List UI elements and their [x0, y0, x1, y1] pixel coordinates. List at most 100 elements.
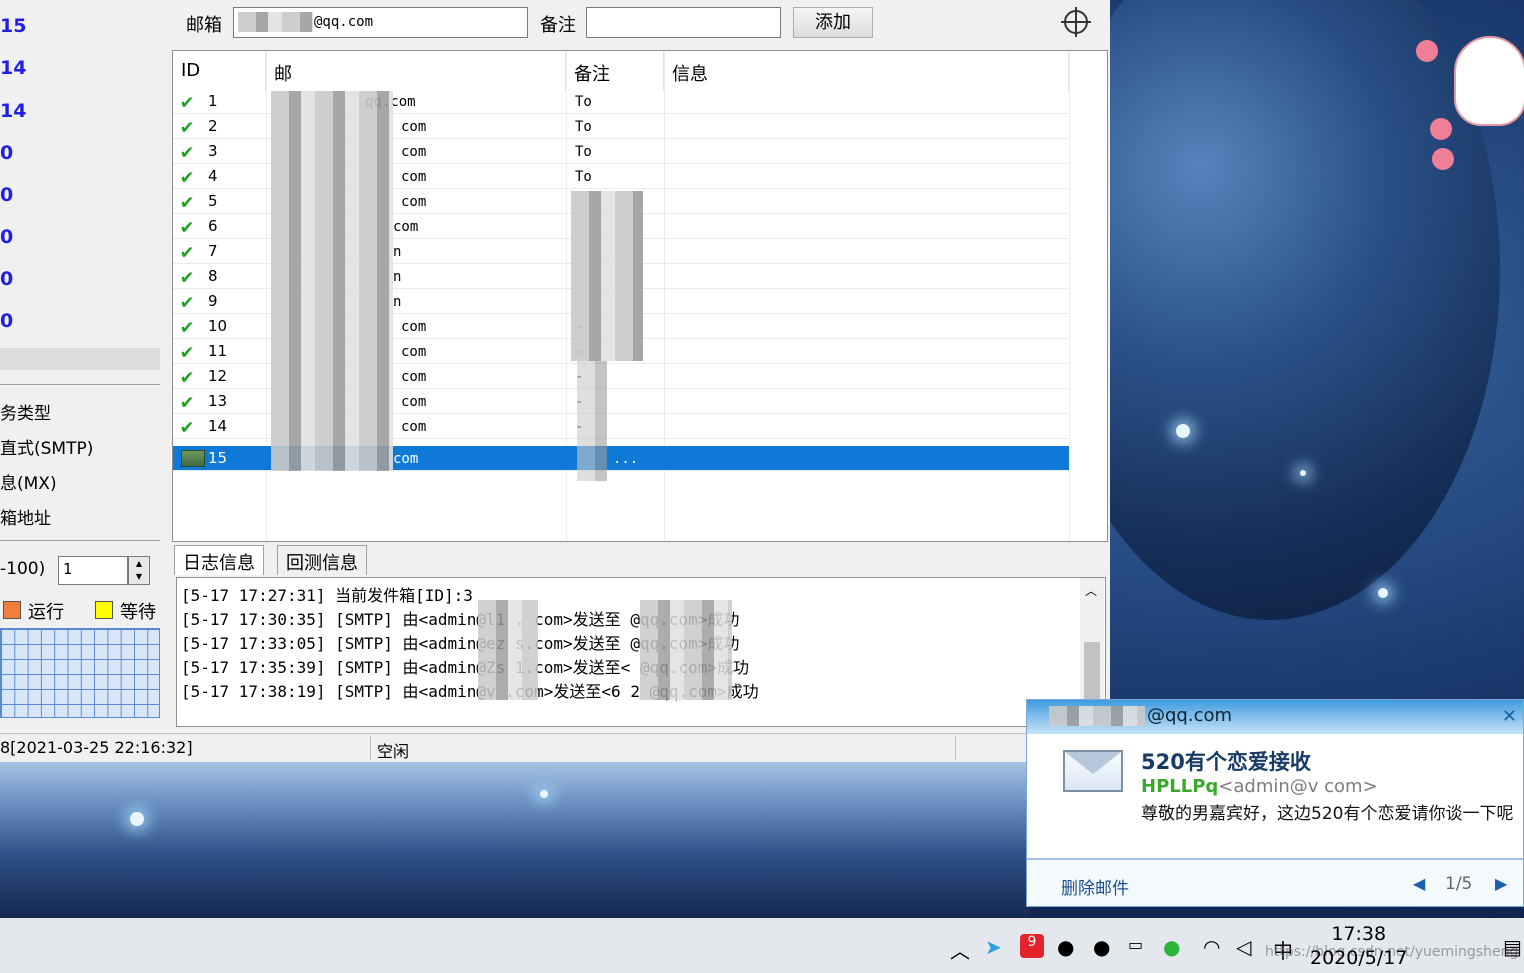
crosshair-icon[interactable]: [1061, 7, 1091, 37]
telegram-icon[interactable]: ➤: [985, 935, 1002, 959]
wallpaper-nebula: [0, 760, 1030, 920]
system-clock[interactable]: 17:38 2020/5/17: [1310, 922, 1407, 970]
row-id: 5: [208, 192, 218, 210]
volume-icon[interactable]: ◁: [1236, 935, 1251, 959]
row-id: 3: [208, 142, 218, 160]
redacted-area: [478, 600, 538, 700]
stat-value: 15: [0, 15, 27, 37]
tab-log[interactable]: 日志信息: [174, 545, 264, 575]
success-check-icon: ✔: [181, 189, 194, 213]
progress-bar: [0, 348, 160, 370]
legend-running-swatch: [3, 601, 21, 619]
row-note: To: [575, 119, 592, 135]
qq-icon[interactable]: ●: [1057, 935, 1074, 959]
notification-subject[interactable]: 520有个恋爱接收: [1141, 746, 1311, 776]
prev-arrow-icon[interactable]: ◀: [1413, 874, 1425, 893]
thread-count-stepper[interactable]: ▲ ▼: [128, 556, 150, 585]
success-check-icon: ✔: [181, 89, 194, 113]
wechat-icon[interactable]: ●: [1163, 935, 1180, 959]
redacted-area: [577, 361, 607, 481]
row-id: 10: [208, 317, 228, 335]
sticker-character: [1454, 36, 1524, 126]
success-check-icon: ✔: [181, 289, 194, 313]
wifi-icon[interactable]: ◠: [1203, 935, 1220, 959]
task-type-heading: 务类型: [0, 404, 51, 424]
mail-sender-window: 15 14 14 0 0 0 0 0 务类型 直式(SMTP) 息(MX) 箱地…: [0, 0, 1110, 762]
note-input[interactable]: [586, 7, 781, 38]
left-panel: 15 14 14 0 0 0 0 0 务类型 直式(SMTP) 息(MX) 箱地…: [0, 0, 170, 733]
row-id: 4: [208, 167, 218, 185]
success-check-icon: ✔: [181, 314, 194, 338]
add-button[interactable]: 添加: [793, 7, 873, 38]
next-arrow-icon[interactable]: ▶: [1495, 874, 1507, 893]
notification-page: 1/5: [1445, 874, 1473, 894]
app-red-icon[interactable]: 9: [1020, 934, 1044, 958]
redacted-area: [238, 12, 313, 32]
stat-value: 0: [0, 268, 14, 290]
column-header-note[interactable]: 备注: [566, 51, 664, 91]
sticker-bubble: [1430, 118, 1452, 140]
status-state: 空闲: [377, 742, 410, 761]
range-label: -100): [0, 559, 46, 579]
battery-icon[interactable]: ▭: [1128, 935, 1143, 954]
tab-backtest[interactable]: 回测信息: [277, 545, 367, 575]
success-check-icon: ✔: [181, 414, 194, 438]
task-type-mx[interactable]: 息(MX): [0, 469, 57, 494]
row-id: 8: [208, 267, 218, 285]
legend-waiting-label: 等待: [120, 602, 156, 623]
wallpaper-star: [130, 812, 144, 826]
legend-waiting-swatch: [95, 601, 113, 619]
envelope-icon: [1063, 750, 1123, 792]
row-id: 11: [208, 342, 228, 360]
sending-icon: [181, 450, 205, 467]
notification-center-icon[interactable]: ▤: [1503, 935, 1522, 959]
clock-time: 17:38: [1331, 923, 1387, 945]
redacted-area: [1049, 706, 1145, 726]
sender-address: <admin@v com>: [1218, 776, 1378, 797]
tray-overflow-icon[interactable]: ︿: [950, 935, 970, 964]
mail-notification[interactable]: @qq.com ✕ 520有个恋爱接收 HPLLPq<admin@v com> …: [1026, 699, 1524, 907]
column-divider: [1069, 51, 1070, 541]
scrollbar-thumb[interactable]: [1084, 642, 1100, 702]
sticker-bubble: [1432, 148, 1454, 170]
stat-value: 0: [0, 142, 14, 164]
row-id: 13: [208, 392, 228, 410]
row-id: 6: [208, 217, 218, 235]
success-check-icon: ✔: [181, 214, 194, 238]
wallpaper-star: [540, 790, 548, 798]
success-check-icon: ✔: [181, 339, 194, 363]
row-id: 14: [208, 417, 228, 435]
status-divider: [955, 736, 956, 760]
stat-value: 0: [0, 226, 14, 248]
sticker-bubble: [1416, 40, 1438, 62]
row-note: To: [575, 169, 592, 185]
email-table: ID 邮 备注 信息 ✔1qq.comTo ✔2comTo ✔3comTo ✔4…: [172, 50, 1108, 542]
row-note: To: [575, 94, 592, 110]
row-id: 15: [208, 449, 228, 467]
sender-name: HPLLPq: [1141, 776, 1219, 797]
success-check-icon: ✔: [181, 114, 194, 138]
note-label: 备注: [540, 15, 576, 36]
success-check-icon: ✔: [181, 389, 194, 413]
redacted-area: [271, 91, 393, 471]
stat-value: 14: [0, 57, 27, 79]
scroll-up-icon[interactable]: ︿: [1085, 582, 1097, 599]
row-id: 2: [208, 117, 218, 135]
email-label: 邮箱: [186, 15, 222, 36]
task-type-address[interactable]: 箱地址: [0, 504, 51, 529]
thread-count-input[interactable]: 1: [58, 556, 128, 585]
delete-mail-link[interactable]: 删除邮件: [1061, 874, 1129, 899]
close-icon[interactable]: ✕: [1502, 706, 1517, 727]
qq-icon-2[interactable]: ●: [1093, 935, 1110, 959]
desktop-sticker: [1410, 36, 1524, 176]
column-header-info[interactable]: 信息: [664, 51, 1069, 91]
row-id: 9: [208, 292, 218, 310]
task-type-smtp[interactable]: 直式(SMTP): [0, 434, 93, 459]
success-check-icon: ✔: [181, 164, 194, 188]
row-id: 1: [208, 92, 218, 110]
divider: [0, 384, 160, 385]
wallpaper-star: [1378, 588, 1388, 598]
column-header-id[interactable]: ID: [173, 51, 266, 91]
column-header-email[interactable]: 邮: [266, 51, 566, 91]
taskbar: ︿ ➤ 9 ● ● ▭ ● ◠ ◁ 中 https://blog.csdn.ne…: [0, 918, 1524, 973]
